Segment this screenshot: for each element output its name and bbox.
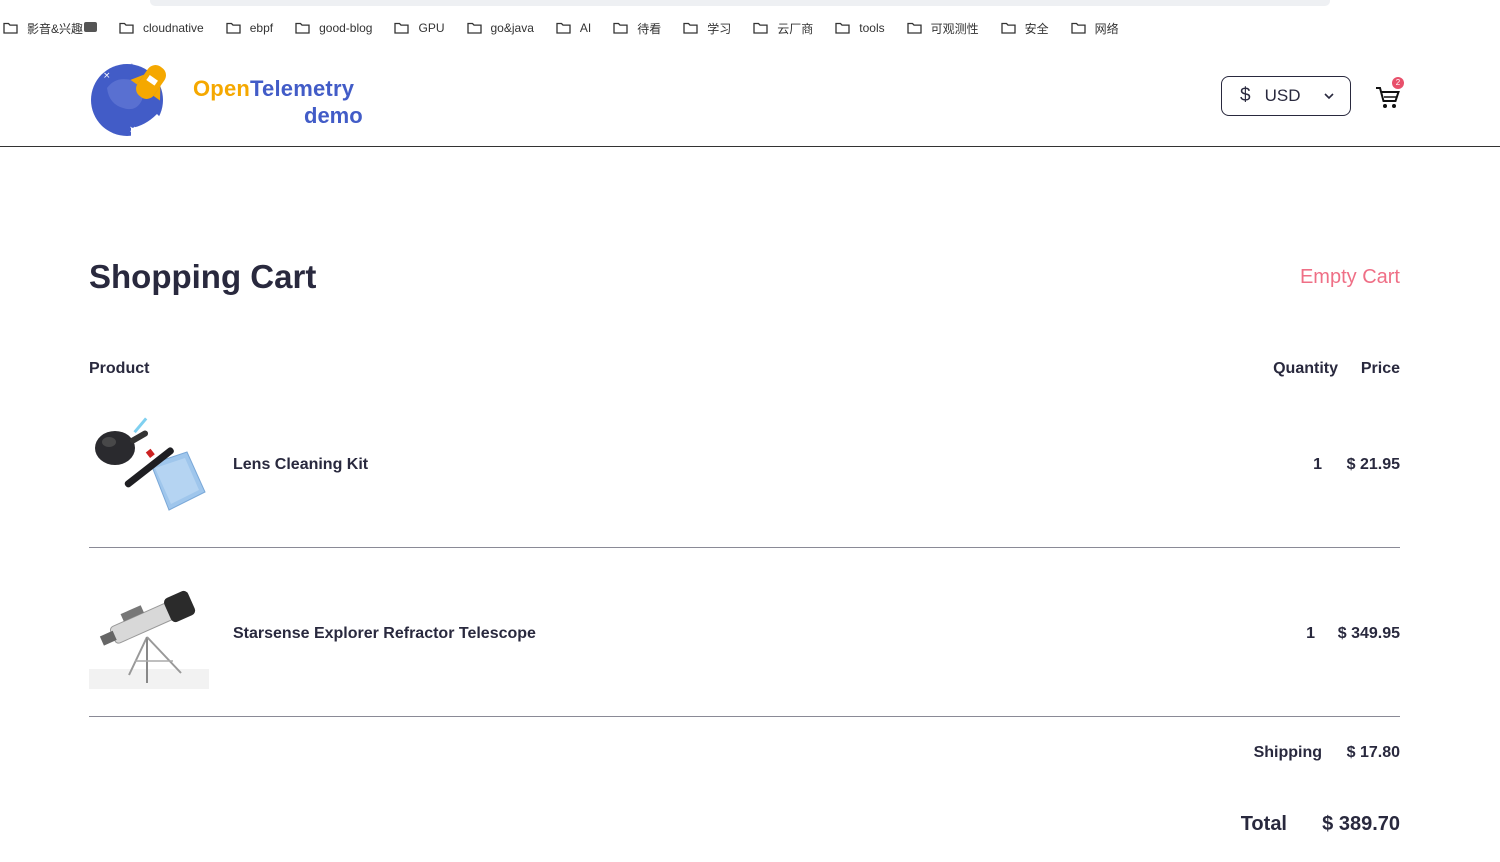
folder-icon bbox=[835, 22, 850, 34]
tv-emoji-icon bbox=[84, 22, 98, 32]
bookmark-label: 影音&兴趣 bbox=[27, 21, 84, 36]
empty-cart-button[interactable]: Empty Cart bbox=[1300, 266, 1400, 289]
folder-icon bbox=[3, 22, 18, 34]
cart-item-row: Starsense Explorer Refractor Telescope 1… bbox=[89, 570, 1400, 717]
folder-icon bbox=[1000, 22, 1016, 34]
column-header-price: Price bbox=[1360, 360, 1400, 377]
bookmark-label: tools bbox=[859, 21, 885, 35]
bookmark-label: 学习 bbox=[707, 21, 732, 36]
total-value: $ 389.70 bbox=[1322, 813, 1400, 835]
total-label: Total bbox=[1240, 813, 1287, 835]
product-name-link[interactable]: Lens Cleaning Kit bbox=[233, 456, 368, 474]
folder-icon bbox=[753, 22, 768, 34]
product-name-link[interactable]: Starsense Explorer Refractor Telescope bbox=[233, 625, 536, 643]
lens-cleaning-kit-image[interactable] bbox=[89, 412, 209, 522]
bookmark-folder[interactable]: good-blog bbox=[295, 21, 372, 35]
shipping-value: $ 17.80 bbox=[1346, 744, 1400, 761]
item-price: $ 349.95 bbox=[1337, 625, 1400, 642]
bookmark-label: 安全 bbox=[1024, 21, 1049, 36]
logo-wordmark: OpenTelemetry bbox=[193, 76, 354, 102]
folder-icon bbox=[295, 22, 310, 34]
site-header: × × ✦ OpenTelemetry demo $ USD 2 bbox=[0, 46, 1500, 147]
bookmark-label: GPU bbox=[418, 21, 445, 35]
cart-item-row: Lens Cleaning Kit 1 $ 21.95 bbox=[89, 400, 1400, 548]
folder-icon bbox=[466, 22, 482, 34]
opentelemetry-demo-logo[interactable]: × × ✦ OpenTelemetry demo bbox=[89, 50, 379, 142]
chevron-down-icon bbox=[1324, 93, 1334, 100]
bookmark-folder[interactable]: 学习 bbox=[683, 20, 731, 37]
bookmark-folder[interactable]: GPU bbox=[394, 21, 445, 35]
logo-open-text: Open bbox=[193, 76, 251, 101]
logo-telemetry-text: Telemetry bbox=[250, 76, 355, 101]
telescope-image[interactable] bbox=[89, 579, 209, 689]
bookmark-label: ebpf bbox=[249, 21, 274, 35]
bookmark-label: cloudnative bbox=[143, 21, 204, 35]
folder-icon bbox=[226, 22, 241, 34]
bookmarks-bar: 影音&兴趣 cloudnative ebpf good-blog GPU go&… bbox=[0, 10, 1500, 46]
currency-code: USD bbox=[1264, 86, 1301, 105]
item-quantity: 1 bbox=[1306, 625, 1315, 642]
folder-icon bbox=[683, 22, 698, 34]
bookmark-label: 可观测性 bbox=[930, 21, 979, 36]
bookmark-label: good-blog bbox=[319, 21, 373, 35]
folder-icon bbox=[613, 22, 628, 34]
svg-text:✦: ✦ bbox=[129, 62, 135, 70]
bookmark-folder[interactable]: ebpf bbox=[226, 21, 273, 35]
folder-icon bbox=[119, 22, 134, 34]
bookmark-folder[interactable]: 可观测性 bbox=[906, 20, 979, 37]
logo-demo-text: demo bbox=[304, 103, 363, 128]
bookmark-folder[interactable]: 影音&兴趣 bbox=[3, 20, 98, 37]
folder-icon bbox=[556, 22, 571, 34]
bookmark-label: 云厂商 bbox=[777, 21, 814, 36]
bookmark-label: 待看 bbox=[637, 21, 662, 36]
folder-icon bbox=[394, 22, 410, 34]
bookmark-folder[interactable]: tools bbox=[835, 21, 885, 35]
cart-button[interactable]: 2 bbox=[1374, 77, 1406, 112]
folder-icon bbox=[1071, 22, 1086, 34]
folder-icon bbox=[906, 22, 922, 34]
currency-symbol: $ bbox=[1240, 85, 1251, 106]
bookmark-folder[interactable]: 安全 bbox=[1000, 20, 1049, 37]
column-header-product: Product bbox=[89, 360, 150, 377]
bookmark-folder[interactable]: 网络 bbox=[1071, 20, 1119, 37]
bookmark-folder[interactable]: 待看 bbox=[613, 20, 661, 37]
bookmark-label: AI bbox=[579, 21, 592, 35]
bookmark-folder[interactable]: AI bbox=[556, 21, 591, 35]
bookmark-label: 网络 bbox=[1094, 21, 1119, 36]
shipping-label: Shipping bbox=[1253, 744, 1322, 761]
column-header-quantity: Quantity bbox=[1273, 360, 1338, 377]
item-price: $ 21.95 bbox=[1346, 456, 1400, 473]
bookmark-folder[interactable]: go&java bbox=[466, 21, 534, 35]
bookmark-folder[interactable]: cloudnative bbox=[119, 21, 204, 35]
cart-count-badge: 2 bbox=[1392, 77, 1404, 89]
page: 影音&兴趣 cloudnative ebpf good-blog GPU go&… bbox=[0, 0, 1500, 862]
svg-text:×: × bbox=[103, 71, 111, 81]
bookmark-label: go&java bbox=[490, 21, 534, 35]
rocket-planet-logo-icon: × × ✦ bbox=[91, 62, 166, 136]
svg-text:×: × bbox=[129, 125, 137, 135]
browser-address-bar-edge bbox=[150, 0, 1330, 6]
currency-switcher[interactable]: $ USD bbox=[1221, 76, 1351, 116]
bookmark-folder[interactable]: 云厂商 bbox=[753, 20, 813, 37]
item-quantity: 1 bbox=[1313, 456, 1322, 473]
page-title: Shopping Cart bbox=[89, 258, 317, 295]
